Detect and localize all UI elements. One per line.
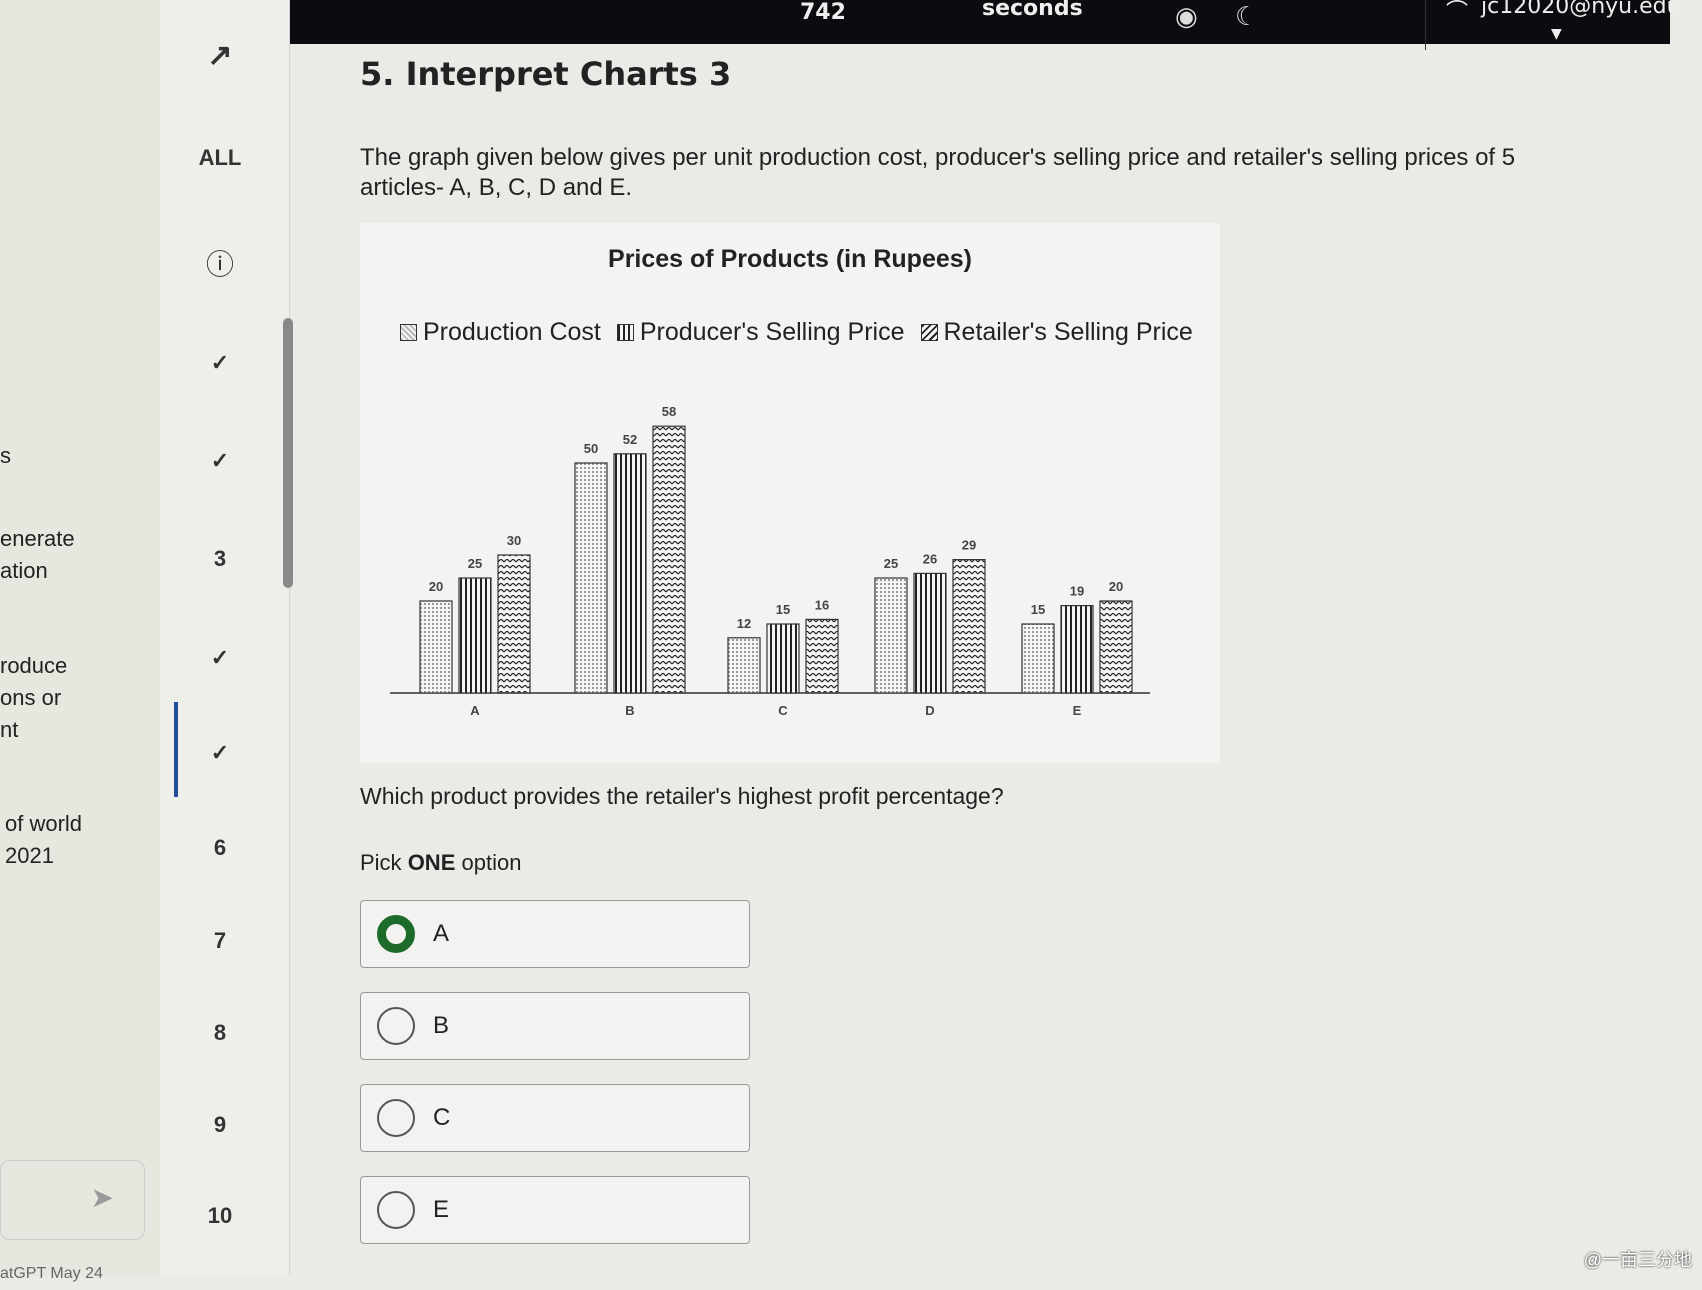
data-label: 29	[962, 538, 976, 553]
timer-unit: seconds	[982, 0, 1083, 21]
x-tick-label: D	[925, 703, 934, 718]
option-label: E	[433, 1196, 450, 1223]
question-panel: 5. Interpret Charts 3 The graph given be…	[360, 55, 1600, 1244]
nav-item[interactable]: 10	[160, 1203, 280, 1229]
bar	[805, 618, 839, 694]
data-label: 25	[468, 556, 482, 571]
option-c[interactable]: C	[360, 1084, 750, 1152]
fragment: s	[0, 443, 11, 468]
option-e[interactable]: E	[360, 1176, 750, 1244]
fragment: 2021	[5, 843, 54, 868]
pick-bold: ONE	[407, 850, 456, 875]
bar	[613, 453, 647, 694]
data-label: 16	[815, 597, 829, 612]
nav-item[interactable]: 7	[160, 928, 280, 954]
x-tick-label: B	[625, 703, 634, 718]
bar	[1021, 623, 1055, 694]
info-icon[interactable]: ⓘ	[160, 243, 280, 283]
bar	[1099, 600, 1133, 694]
question-nav: ↗ ALL ⓘ ✓ ✓ 3 ✓ ✓ 6 7 8 9 10	[160, 0, 290, 1276]
question-description: The graph given below gives per unit pro…	[360, 144, 1516, 201]
bar	[1060, 605, 1094, 694]
bar	[419, 600, 453, 694]
data-label: 30	[507, 533, 521, 548]
nav-scrollbar[interactable]	[283, 318, 293, 588]
bar	[652, 425, 686, 694]
nav-item[interactable]: ✓	[160, 645, 280, 671]
bar	[913, 572, 947, 694]
moon-icon[interactable]: ☾	[1235, 2, 1258, 32]
data-label: 20	[1109, 579, 1123, 594]
options-list: A B C E	[360, 900, 1600, 1244]
watermark: @一亩三分地	[1583, 1250, 1692, 1270]
x-tick-label: E	[1073, 703, 1082, 718]
option-label: A	[433, 920, 450, 947]
chevron-down-icon[interactable]: ▼	[1551, 26, 1562, 42]
radio-button[interactable]	[377, 1007, 415, 1045]
data-label: 15	[1031, 602, 1045, 617]
chart-image: Prices of Products (in Rupees) Productio…	[360, 223, 1220, 763]
radio-button[interactable]	[377, 915, 415, 953]
eye-icon[interactable]: ◉	[1175, 2, 1198, 32]
send-icon[interactable]: ➤	[91, 1181, 114, 1214]
active-indicator	[174, 702, 178, 797]
data-label: 58	[662, 404, 676, 419]
fragment: of world	[5, 811, 83, 836]
bar-chart: 20 25 30 A 50 52 58 B 12 15 16 C 25 26 29 D 15 19 20 E	[390, 404, 1150, 718]
x-tick-label: C	[778, 703, 788, 718]
nav-item[interactable]: ✓	[160, 350, 280, 376]
pick-suffix: option	[455, 850, 522, 875]
fragment: ation	[0, 558, 48, 583]
fragment: ons or	[0, 685, 62, 710]
nav-all[interactable]: ALL	[160, 145, 280, 171]
nav-item[interactable]: 9	[160, 1112, 280, 1138]
chat-side-panel: s enerate ation roduce ons or nt of worl…	[0, 0, 160, 1282]
radio-button[interactable]	[377, 1099, 415, 1137]
user-icon: ⌒	[1446, 0, 1469, 25]
option-b[interactable]: B	[360, 992, 750, 1060]
option-label: C	[433, 1104, 451, 1131]
fragment: enerate	[0, 526, 75, 551]
data-label: 50	[584, 441, 598, 456]
data-label: 19	[1070, 584, 1084, 599]
bar	[952, 559, 986, 694]
bar	[458, 577, 492, 694]
data-label: 15	[776, 602, 790, 617]
bar	[874, 577, 908, 694]
chat-input[interactable]: ➤	[0, 1160, 145, 1240]
bar	[497, 554, 531, 694]
nav-item[interactable]: 3	[160, 546, 280, 572]
option-a[interactable]: A	[360, 900, 750, 968]
data-label: 52	[623, 432, 637, 447]
nav-item[interactable]: ✓	[160, 740, 280, 766]
pick-instruction: Pick ONE option	[360, 850, 1600, 876]
nav-item[interactable]: 6	[160, 835, 280, 861]
expand-icon[interactable]: ↗	[160, 38, 280, 73]
data-label: 26	[923, 551, 937, 566]
option-label: B	[433, 1012, 450, 1039]
nav-item[interactable]: 8	[160, 1020, 280, 1046]
nav-item[interactable]: ✓	[160, 448, 280, 474]
user-email: jc12020@nyu.edu	[1481, 0, 1681, 19]
bar	[727, 637, 761, 694]
top-bar: 742 seconds ◉ ☾ ⌒ jc12020@nyu.edu ▼	[150, 0, 1681, 50]
timer-value: 742	[800, 0, 846, 25]
bar	[574, 462, 608, 694]
x-tick-label: A	[470, 703, 480, 718]
pick-prefix: Pick	[360, 850, 408, 875]
data-label: 20	[429, 579, 443, 594]
bar	[766, 623, 800, 694]
fragment: roduce	[0, 653, 68, 678]
data-label: 12	[737, 616, 751, 631]
footer-text: atGPT May 24	[0, 1265, 103, 1282]
fragment: nt	[0, 717, 19, 742]
user-menu[interactable]: ⌒ jc12020@nyu.edu ▼	[1425, 0, 1681, 50]
question-title: 5. Interpret Charts 3	[360, 55, 732, 93]
data-label: 25	[884, 556, 898, 571]
radio-button[interactable]	[377, 1191, 415, 1229]
question-prompt: Which product provides the retailer's hi…	[360, 783, 1004, 809]
